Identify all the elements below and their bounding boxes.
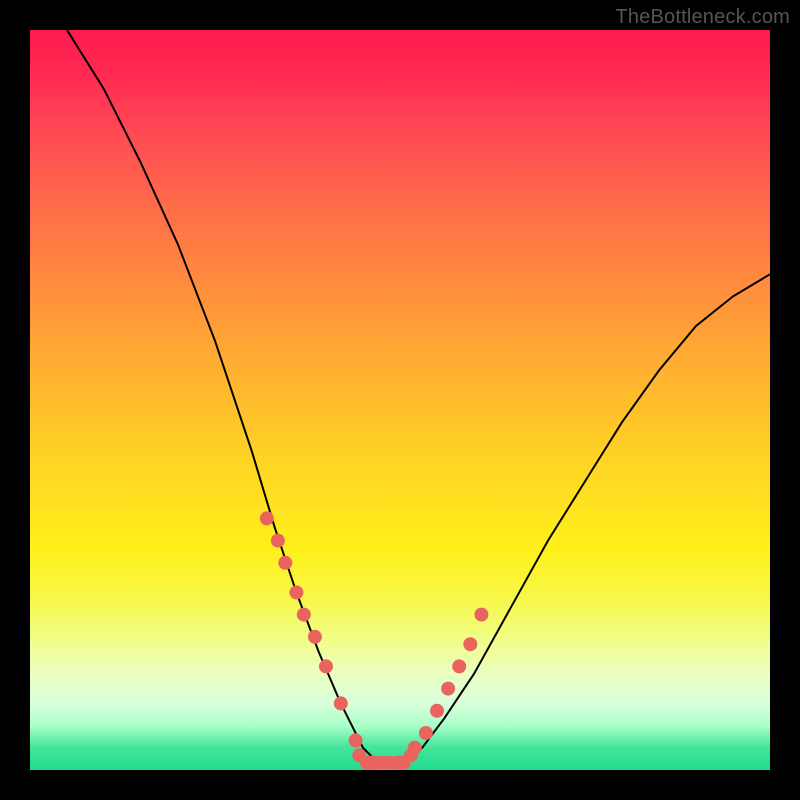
- data-point: [474, 608, 488, 622]
- outer-frame: TheBottleneck.com: [0, 0, 800, 800]
- bottleneck-curve: [67, 30, 770, 763]
- data-point: [289, 585, 303, 599]
- chart-overlay: [30, 30, 770, 770]
- data-point: [319, 659, 333, 673]
- source-watermark: TheBottleneck.com: [615, 6, 790, 29]
- data-point: [349, 733, 363, 747]
- data-point: [452, 659, 466, 673]
- data-point: [441, 682, 455, 696]
- data-point: [334, 696, 348, 710]
- data-point: [278, 556, 292, 570]
- data-point: [271, 534, 285, 548]
- data-point: [308, 630, 322, 644]
- data-point: [419, 726, 433, 740]
- curve-data-points: [260, 511, 489, 769]
- data-point: [430, 704, 444, 718]
- data-point: [297, 608, 311, 622]
- data-point: [404, 748, 418, 762]
- data-point: [260, 511, 274, 525]
- data-point: [463, 637, 477, 651]
